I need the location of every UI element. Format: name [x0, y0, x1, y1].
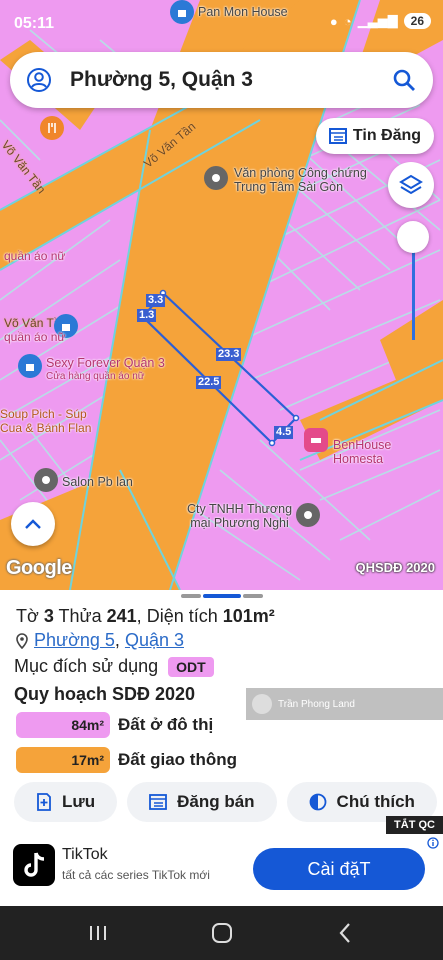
recent-apps-icon[interactable]	[88, 924, 108, 947]
dien-tich-value: 101m²	[222, 606, 275, 626]
land-use-row: Mục đích sử dụng ODT	[14, 656, 214, 677]
tiktok-logo-icon	[13, 844, 55, 886]
status-icons: ● ◔ ▁▃▅▇ 26	[330, 13, 431, 29]
poi-quan-ao[interactable]: quần áo nữ	[4, 330, 65, 344]
land-use-code-badge: ODT	[168, 656, 214, 677]
poi-line: Trung Tâm Sài Gòn	[234, 180, 344, 194]
google-logo: Google	[6, 557, 72, 579]
wifi-icon: ◔	[343, 13, 352, 29]
to-label: Tờ	[16, 606, 39, 626]
map-view[interactable]: 05:11 ● ◔ ▁▃▅▇ 26 Võ Văn Tần Võ Văn Tần …	[0, 0, 443, 590]
ad-banner[interactable]: TikTok tất cả các series TikTok mới Cài …	[0, 834, 443, 896]
search-bar[interactable]: Phường 5, Quận 3	[10, 52, 433, 108]
post-sale-button[interactable]: Đăng bán	[127, 782, 277, 822]
poi-line: Cty TNHH Thương	[187, 502, 293, 516]
back-icon[interactable]	[338, 922, 352, 949]
home-icon[interactable]	[211, 922, 233, 949]
save-label: Lưu	[62, 792, 96, 811]
dimension-label: 4.5	[274, 426, 294, 439]
to-value: 3	[43, 606, 54, 626]
poi-van-phong[interactable]: Văn phòng Công chứng Trung Tâm Sài Gòn	[234, 166, 367, 194]
save-button[interactable]: Lưu	[14, 782, 118, 822]
dimension-label: 1.3	[137, 309, 157, 322]
tin-dang-label: Tin Đăng	[352, 127, 422, 144]
place-marker-icon[interactable]	[204, 166, 228, 190]
legend-item-residential: 84m² Đất ở đô thị	[16, 712, 213, 738]
sheet-handle[interactable]	[181, 594, 201, 598]
dimension-label: 3.3	[146, 294, 166, 307]
dimension-label: 22.5	[196, 376, 222, 389]
poi-salon[interactable]: Salon Pb lan	[62, 475, 133, 489]
poi-line: mại Phương Nghi	[190, 516, 289, 530]
place-marker-icon[interactable]	[34, 468, 58, 492]
save-icon	[37, 793, 51, 811]
address-row: Phường 5, Quận 3	[16, 630, 184, 651]
status-time: 05:11	[14, 15, 55, 32]
place-marker-icon[interactable]	[296, 503, 320, 527]
user-icon[interactable]	[26, 67, 52, 98]
watermark: Trần Phong Land	[246, 688, 443, 720]
poi-line: Soup Pich - Súp	[0, 407, 87, 421]
parcel-info-sheet[interactable]: Tờ 3 Thửa 241, Diện tích 101m² Phường 5,…	[0, 590, 443, 906]
status-bar: 05:11 ● ◔ ▁▃▅▇ 26	[0, 0, 443, 40]
district-link[interactable]: Quận 3	[125, 630, 184, 650]
thua-label: Thửa	[58, 606, 102, 626]
legend-swatch: 84m²	[16, 712, 110, 738]
watermark-text: Trần Phong Land	[278, 698, 355, 710]
location-status-icon: ●	[329, 13, 338, 29]
thua-value: 241	[106, 606, 137, 626]
tin-dang-button[interactable]: Tin Đăng	[316, 118, 434, 154]
legend-swatch: 17m²	[16, 747, 110, 773]
dien-tich-label: Diện tích	[146, 606, 218, 626]
muc-dich-label: Mục đích sử dụng	[14, 656, 159, 676]
legend-label: Đất ở đô thị	[118, 715, 214, 734]
planning-title: Quy hoạch SDĐ 2020	[14, 684, 196, 704]
layers-icon	[399, 174, 423, 195]
watermark-avatar	[252, 694, 272, 714]
dimension-label: 23.3	[216, 348, 242, 361]
poi-cty[interactable]: Cty TNHH Thương mại Phương Nghi	[187, 502, 292, 530]
poi-sexy-forever[interactable]: Sexy Forever Quận 3 Cửa hàng quần áo nữ	[46, 356, 165, 384]
poi-soup-pich[interactable]: Soup Pich - Súp Cua & Bánh Flan	[0, 407, 91, 435]
poi-line: Văn phòng Công chứng	[234, 166, 367, 180]
poi-line: Cua & Bánh Flan	[0, 421, 92, 435]
address-separator: ,	[114, 630, 120, 650]
poi-line: Sexy Forever Quận 3	[46, 356, 165, 370]
parcel-summary: Tờ 3 Thửa 241, Diện tích 101m²	[16, 606, 275, 626]
system-nav-bar	[0, 906, 443, 960]
signal-icon: ▁▃▅▇	[357, 13, 398, 28]
search-icon[interactable]	[391, 67, 417, 98]
opacity-slider-thumb[interactable]	[397, 221, 429, 253]
battery-indicator: 26	[403, 13, 431, 29]
listing-icon	[328, 128, 347, 144]
install-button[interactable]: Cài đặT	[253, 848, 425, 890]
pin-icon	[16, 632, 28, 649]
layers-button[interactable]	[388, 162, 434, 208]
sheet-handle[interactable]	[243, 594, 263, 598]
restaurant-marker-icon[interactable]	[40, 116, 64, 140]
poi-quan-ao[interactable]: quần áo nữ	[4, 249, 65, 263]
ad-title: TikTok	[62, 846, 108, 863]
poi-benhouse[interactable]: BenHouse Homesta	[333, 438, 443, 466]
search-title[interactable]: Phường 5, Quận 3	[70, 68, 253, 92]
legend-label: Đất giao thông	[118, 750, 237, 769]
listing-icon	[149, 794, 167, 810]
contrast-icon	[309, 793, 326, 811]
legend-item-road: 17m² Đất giao thông	[16, 747, 237, 773]
ward-link[interactable]: Phường 5	[34, 630, 115, 650]
hide-ad-badge[interactable]: TẮT QC	[386, 816, 443, 834]
hotel-marker-icon[interactable]	[304, 428, 328, 452]
expand-up-button[interactable]	[11, 502, 55, 546]
action-buttons: Lưu Đăng bán Chú thích	[14, 782, 437, 822]
layer-label: QHSDĐ 2020	[355, 560, 435, 575]
sheet-handle-active[interactable]	[203, 594, 241, 598]
shopping-bag-marker-icon[interactable]	[18, 354, 42, 378]
ad-subtitle: tất cả các series TikTok mới	[62, 868, 210, 882]
post-sale-label: Đăng bán	[177, 792, 255, 811]
note-label: Chú thích	[336, 792, 415, 811]
chevron-up-icon	[25, 519, 41, 529]
poi-line: Cửa hàng quần áo nữ	[46, 371, 145, 382]
ad-info-icon[interactable]	[427, 836, 439, 854]
